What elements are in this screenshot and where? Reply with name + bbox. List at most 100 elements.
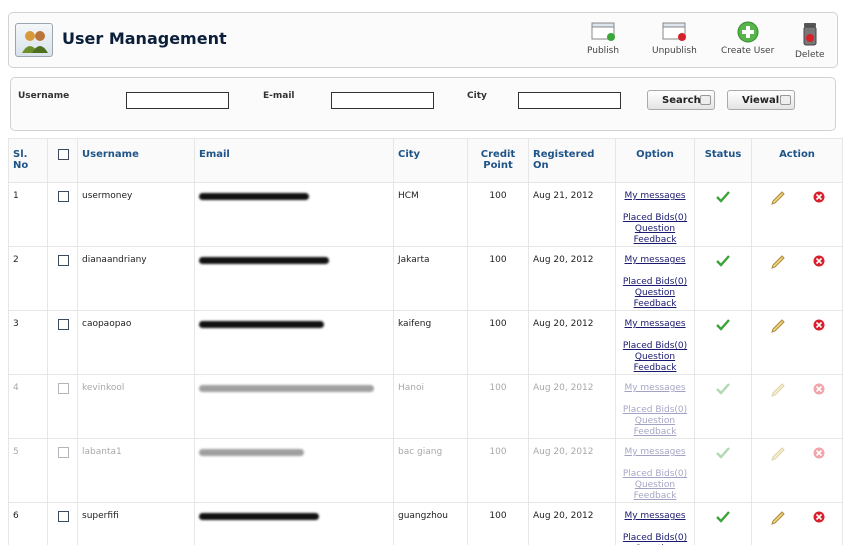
row-username: labanta1 bbox=[77, 438, 195, 503]
my-messages-link[interactable]: My messages bbox=[620, 447, 690, 458]
my-messages-link[interactable]: My messages bbox=[620, 511, 690, 522]
row-registered-on: Aug 20, 2012 bbox=[528, 246, 616, 311]
row-email bbox=[194, 246, 394, 311]
row-username: caopaopao bbox=[77, 310, 195, 375]
question-feedback-link[interactable]: Feedback bbox=[620, 299, 690, 310]
my-messages-link[interactable]: My messages bbox=[620, 191, 690, 202]
delete-x-icon[interactable] bbox=[813, 511, 825, 525]
row-select-cell bbox=[47, 182, 78, 247]
row-email bbox=[194, 502, 394, 545]
row-actions bbox=[751, 438, 843, 503]
col-credit-point[interactable]: Credit Point bbox=[467, 138, 529, 183]
row-checkbox[interactable] bbox=[57, 447, 69, 458]
users-icon bbox=[15, 23, 53, 57]
question-feedback-link[interactable]: Feedback bbox=[620, 235, 690, 246]
row-checkbox[interactable] bbox=[57, 511, 69, 522]
delete-x-icon[interactable] bbox=[813, 191, 825, 205]
city-label: City bbox=[467, 91, 487, 101]
row-checkbox[interactable] bbox=[57, 383, 69, 394]
my-messages-link[interactable]: My messages bbox=[620, 319, 690, 330]
check-icon[interactable] bbox=[699, 319, 747, 331]
delete-x-icon[interactable] bbox=[813, 319, 825, 333]
delete-button[interactable]: Delete bbox=[795, 21, 825, 60]
check-icon[interactable] bbox=[699, 191, 747, 203]
question-feedback-link[interactable]: Feedback bbox=[620, 427, 690, 438]
my-messages-link[interactable]: My messages bbox=[620, 255, 690, 266]
row-email bbox=[194, 310, 394, 375]
question-feedback-link[interactable]: Question bbox=[620, 224, 690, 235]
row-checkbox[interactable] bbox=[57, 191, 69, 202]
edit-pencil-icon[interactable] bbox=[770, 383, 786, 397]
question-feedback-link[interactable]: Feedback bbox=[620, 491, 690, 502]
table-row: 4 kevinkool Hanoi 100 Aug 20, 2012 My me… bbox=[8, 374, 843, 439]
city-input[interactable] bbox=[518, 92, 621, 109]
delete-x-icon[interactable] bbox=[813, 447, 825, 461]
unpublish-icon bbox=[660, 21, 688, 43]
delete-x-icon[interactable] bbox=[813, 383, 825, 397]
placed-bids-link[interactable]: Placed Bids(0) bbox=[620, 341, 690, 352]
email-input[interactable] bbox=[331, 92, 434, 109]
unpublish-button[interactable]: Unpublish bbox=[652, 21, 697, 56]
viewall-button[interactable]: Viewall bbox=[727, 90, 795, 110]
button-icon bbox=[700, 95, 711, 105]
col-city[interactable]: City bbox=[393, 138, 468, 183]
check-icon[interactable] bbox=[699, 447, 747, 459]
create-user-button[interactable]: Create User bbox=[721, 21, 774, 56]
header-panel: User Management Publish Unpublish Create… bbox=[8, 12, 838, 68]
page-title: User Management bbox=[62, 29, 227, 48]
question-feedback-link[interactable]: Question bbox=[620, 480, 690, 491]
edit-pencil-icon[interactable] bbox=[770, 255, 786, 269]
row-status bbox=[694, 374, 752, 439]
placed-bids-link[interactable]: Placed Bids(0) bbox=[620, 469, 690, 480]
row-actions bbox=[751, 182, 843, 247]
question-feedback-link[interactable]: Question bbox=[620, 416, 690, 427]
redacted-email bbox=[199, 193, 309, 200]
row-status bbox=[694, 438, 752, 503]
my-messages-link[interactable]: My messages bbox=[620, 383, 690, 394]
delete-x-icon[interactable] bbox=[813, 255, 825, 269]
col-username[interactable]: Username bbox=[77, 138, 195, 183]
row-credit-point: 100 bbox=[467, 438, 529, 503]
username-input[interactable] bbox=[126, 92, 229, 109]
placed-bids-link[interactable]: Placed Bids(0) bbox=[620, 277, 690, 288]
table-row: 3 caopaopao kaifeng 100 Aug 20, 2012 My … bbox=[8, 310, 843, 375]
row-credit-point: 100 bbox=[467, 246, 529, 311]
row-status bbox=[694, 502, 752, 545]
row-options: My messages Placed Bids(0) Question Feed… bbox=[615, 310, 695, 375]
placed-bids-link[interactable]: Placed Bids(0) bbox=[620, 405, 690, 416]
edit-pencil-icon[interactable] bbox=[770, 319, 786, 333]
select-all-checkbox[interactable] bbox=[57, 149, 69, 160]
question-feedback-link[interactable]: Question bbox=[620, 288, 690, 299]
table-row: 1 usermoney HCM 100 Aug 21, 2012 My mess… bbox=[8, 182, 843, 247]
col-email[interactable]: Email bbox=[194, 138, 394, 183]
placed-bids-link[interactable]: Placed Bids(0) bbox=[620, 533, 690, 544]
edit-pencil-icon[interactable] bbox=[770, 447, 786, 461]
col-registered-on[interactable]: Registered On bbox=[528, 138, 616, 183]
search-button[interactable]: Search bbox=[647, 90, 715, 110]
row-credit-point: 100 bbox=[467, 310, 529, 375]
row-checkbox[interactable] bbox=[57, 255, 69, 266]
row-username: superfifi bbox=[77, 502, 195, 545]
publish-button[interactable]: Publish bbox=[587, 21, 619, 56]
question-feedback-link[interactable]: Question bbox=[620, 352, 690, 363]
filter-panel: Username E-mail City Search Viewall bbox=[10, 77, 836, 131]
check-icon[interactable] bbox=[699, 255, 747, 267]
check-icon[interactable] bbox=[699, 511, 747, 523]
row-username: usermoney bbox=[77, 182, 195, 247]
row-number: 5 bbox=[8, 438, 48, 503]
row-checkbox[interactable] bbox=[57, 319, 69, 330]
check-icon[interactable] bbox=[699, 383, 747, 395]
edit-pencil-icon[interactable] bbox=[770, 191, 786, 205]
row-number: 3 bbox=[8, 310, 48, 375]
users-table: Sl. No Username Email City Credit Point … bbox=[8, 138, 843, 545]
row-options: My messages Placed Bids(0) Question Feed… bbox=[615, 502, 695, 545]
redacted-email bbox=[199, 321, 324, 328]
row-registered-on: Aug 20, 2012 bbox=[528, 374, 616, 439]
publish-icon bbox=[589, 21, 617, 43]
question-feedback-link[interactable]: Feedback bbox=[620, 363, 690, 374]
row-actions bbox=[751, 374, 843, 439]
row-registered-on: Aug 20, 2012 bbox=[528, 502, 616, 545]
placed-bids-link[interactable]: Placed Bids(0) bbox=[620, 213, 690, 224]
edit-pencil-icon[interactable] bbox=[770, 511, 786, 525]
col-sl-no: Sl. No bbox=[8, 138, 48, 183]
